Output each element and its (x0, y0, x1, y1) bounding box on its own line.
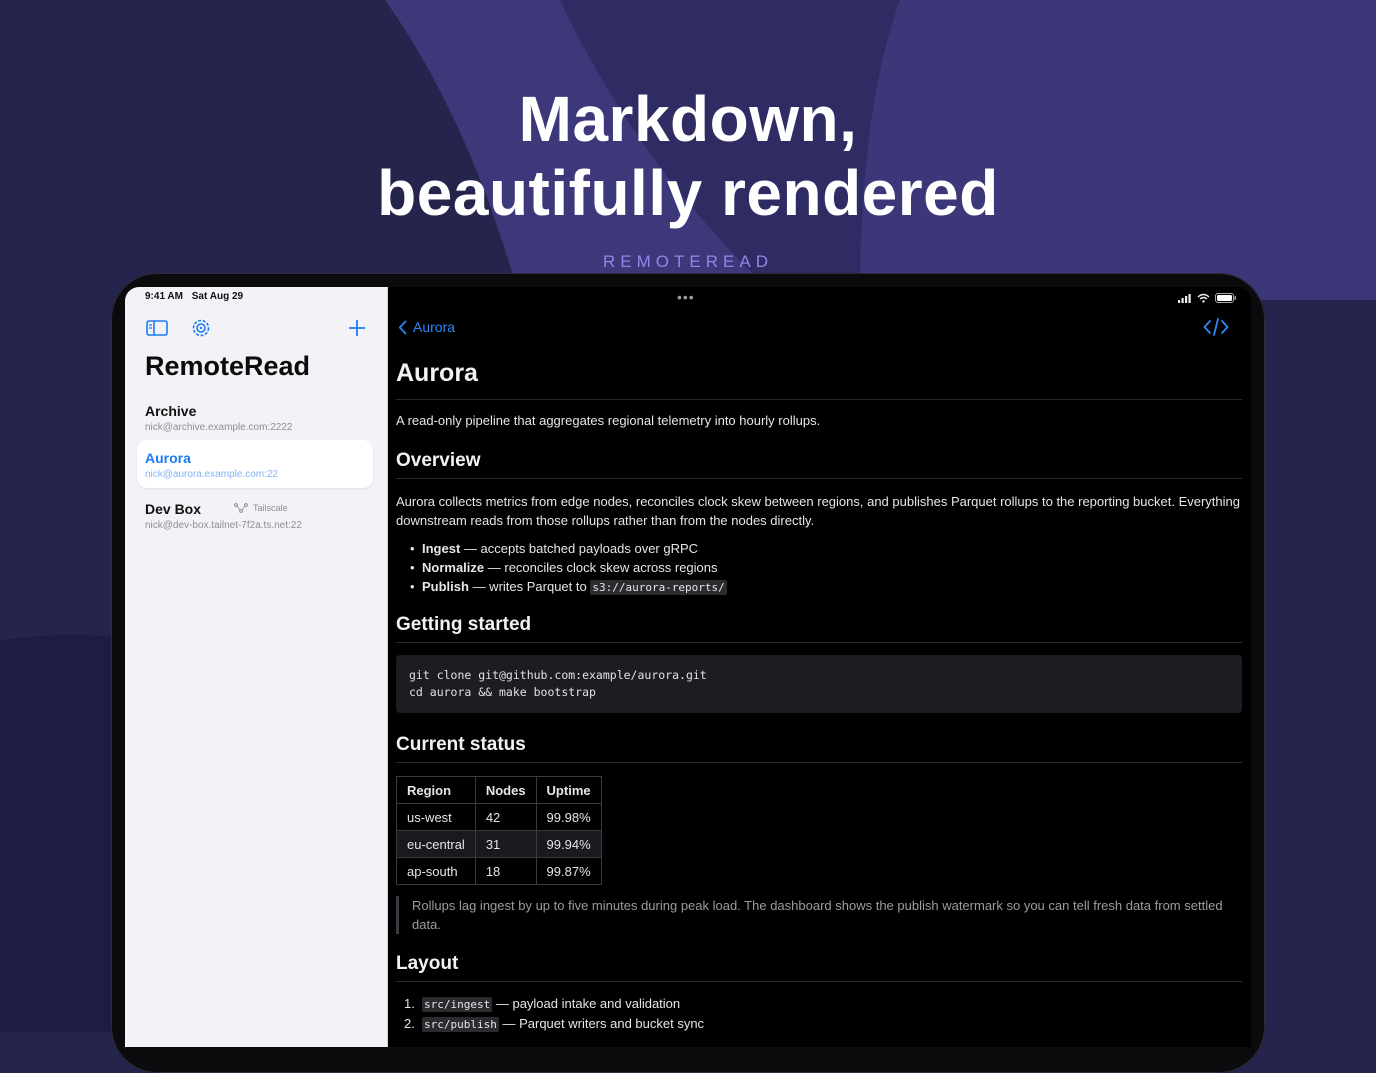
app-title: RemoteRead (145, 351, 311, 381)
table-cell: ap-south (396, 857, 476, 885)
doc-title: Aurora (396, 359, 1242, 400)
back-button[interactable]: Aurora (398, 319, 455, 335)
table-cell: 99.94% (535, 830, 602, 858)
list-item: Publish — writes Parquet to s3://aurora-… (410, 577, 1242, 597)
list-item: 2. src/publish — Parquet writers and buck… (404, 1014, 1242, 1034)
table-header-row: Region Nodes Uptime (396, 776, 602, 804)
list-text: — payload intake and validation (492, 996, 681, 1011)
chevron-left-icon (398, 320, 407, 334)
heading-current-status: Current status (396, 734, 1242, 763)
multitasking-dots[interactable]: ••• (677, 289, 695, 305)
list-text: — writes Parquet to (468, 579, 591, 594)
table-row: eu-central 31 99.94% (396, 830, 602, 858)
tablet-screen: 9:41 AM Sat Aug 29 RemoteRead Archive ni… (125, 287, 1251, 1047)
table-cell: 42 (474, 803, 537, 831)
table-row: ap-south 18 99.87% (396, 857, 602, 885)
plus-icon[interactable] (345, 317, 369, 339)
column-header: Region (396, 776, 476, 804)
hero-headline: Markdown, beautifully rendered (0, 82, 1376, 230)
list-item: Ingest — accepts batched payloads over g… (410, 539, 1242, 558)
inline-code: src/publish (422, 1017, 499, 1032)
brand-name: REMOTEREAD (603, 252, 773, 271)
hero-line-1: Markdown, (518, 83, 858, 155)
status-bar-right (1178, 293, 1237, 303)
list-term: Normalize (422, 560, 485, 575)
blockquote: Rollups lag ingest by up to five minutes… (396, 896, 1242, 934)
layout-list: 1. src/ingest — payload intake and valida… (396, 994, 1242, 1034)
table-row: us-west 42 99.98% (396, 803, 602, 831)
tailscale-badge: Tailscale (234, 503, 288, 513)
sidebar-toggle-icon[interactable] (145, 317, 169, 339)
server-address: nick@aurora.example.com:22 (145, 469, 278, 480)
list-number: 1. (404, 996, 415, 1011)
code-block: git clone git@github.com:example/aurora.… (396, 655, 1242, 713)
network-icon (234, 503, 248, 513)
server-item-archive[interactable]: Archive nick@archive.example.com:2222 (137, 393, 373, 441)
table-cell: 99.87% (535, 857, 602, 885)
heading-layout: Layout (396, 953, 1242, 982)
status-date: Sat Aug 29 (191, 291, 244, 302)
server-address: nick@archive.example.com:2222 (145, 422, 293, 433)
overview-text: Aurora collects metrics from edge nodes,… (396, 494, 1240, 528)
list-number: 2. (404, 1016, 415, 1031)
server-name: Dev Box (145, 501, 202, 517)
battery-icon (1215, 293, 1236, 303)
table-cell: eu-central (396, 830, 476, 858)
table-cell: 18 (474, 857, 537, 885)
doc-intro: A read-only pipeline that aggregates reg… (396, 413, 821, 428)
server-item-dev-box[interactable]: Dev Box Tailscale nick@dev-box.tailnet-7… (137, 491, 373, 539)
list-text: — Parquet writers and bucket sync (498, 1016, 705, 1031)
sidebar: 9:41 AM Sat Aug 29 RemoteRead Archive ni… (125, 287, 388, 1047)
wifi-icon (1197, 293, 1210, 303)
server-name: Archive (145, 403, 197, 419)
server-address: nick@dev-box.tailnet-7f2a.ts.net:22 (145, 520, 302, 531)
list-text: — reconciles clock skew across regions (484, 560, 718, 575)
hero-line-2: beautifully rendered (377, 157, 999, 229)
heading-overview: Overview (396, 450, 1242, 479)
status-bar-left: 9:41 AM Sat Aug 29 (145, 291, 243, 302)
table-cell: 99.98% (535, 803, 602, 831)
list-term: Publish (422, 579, 469, 594)
inline-code: src/ingest (422, 997, 493, 1012)
server-item-aurora[interactable]: Aurora nick@aurora.example.com:22 (137, 440, 373, 488)
status-table: Region Nodes Uptime us-west 42 99.98% eu… (396, 776, 602, 885)
list-term: Ingest (422, 541, 461, 556)
gear-icon[interactable] (189, 317, 213, 339)
tag-label: Tailscale (253, 503, 288, 513)
list-text: — accepts batched payloads over gRPC (460, 541, 699, 556)
overview-list: Ingest — accepts batched payloads over g… (396, 539, 1242, 597)
markdown-content: Aurora A read-only pipeline that aggrega… (396, 359, 1242, 1034)
list-item: Normalize — reconciles clock skew across… (410, 558, 1242, 577)
heading-getting-started: Getting started (396, 614, 1242, 643)
tablet-frame: 9:41 AM Sat Aug 29 RemoteRead Archive ni… (111, 273, 1265, 1073)
status-time: 9:41 AM (145, 291, 183, 302)
column-header: Uptime (535, 776, 602, 804)
inline-code: s3://aurora-reports/ (590, 580, 727, 595)
signal-icon (1178, 293, 1191, 303)
code-icon[interactable] (1203, 317, 1229, 337)
document-pane: ••• Aurora Aurora A read-only pipeline t… (388, 287, 1251, 1047)
table-cell: us-west (396, 803, 476, 831)
list-item: 1. src/ingest — payload intake and valida… (404, 994, 1242, 1014)
server-name: Aurora (145, 450, 191, 466)
column-header: Nodes (474, 776, 537, 804)
back-label: Aurora (413, 319, 456, 335)
table-cell: 31 (474, 830, 537, 858)
